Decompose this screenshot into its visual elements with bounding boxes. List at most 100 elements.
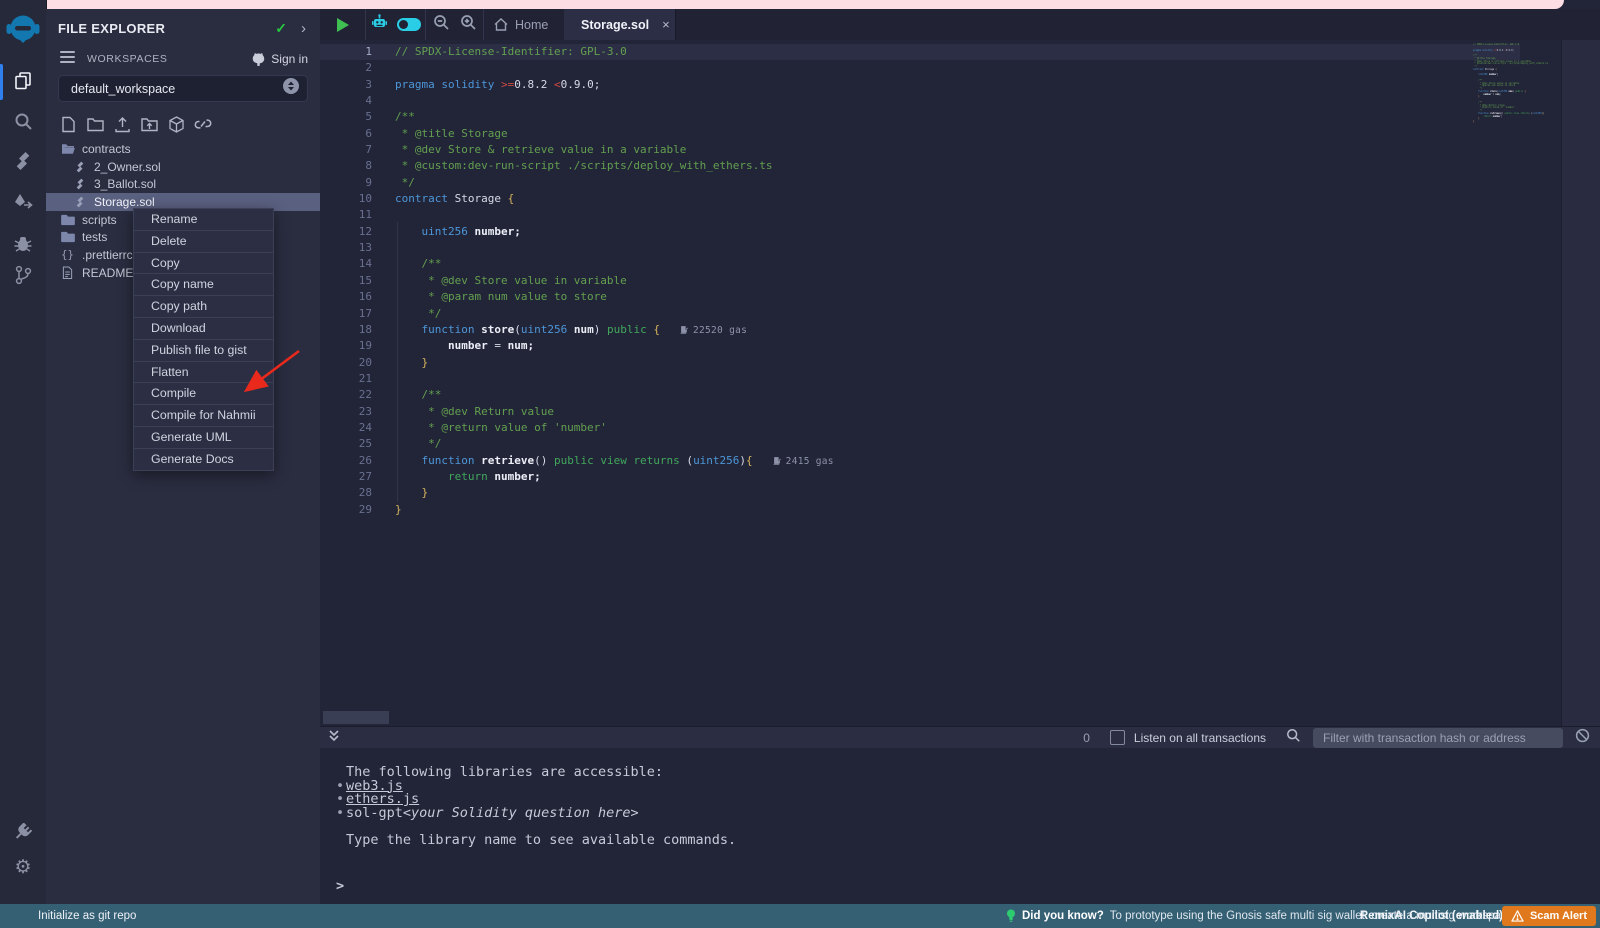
tree-item-label: 3_Ballot.sol [94, 177, 156, 191]
workspaces-menu-icon[interactable] [60, 50, 75, 68]
context-menu-item-flatten[interactable]: Flatten [134, 362, 273, 384]
context-menu-item-publish-file-to-gist[interactable]: Publish file to gist [134, 340, 273, 362]
copilot-toggle[interactable] [397, 18, 421, 31]
terminal-library-item: •sol-gpt <your Solidity question here> [336, 807, 736, 821]
line-number-gutter: 1234567891011121314151617181920212223242… [320, 44, 372, 518]
context-menu: RenameDeleteCopyCopy nameCopy pathDownlo… [133, 208, 274, 471]
lightbulb-icon [1006, 909, 1016, 923]
collapse-chevron-icon[interactable]: › [301, 21, 306, 36]
browser-chrome-strip [34, 0, 1564, 9]
sign-in-label: Sign in [271, 52, 308, 66]
editor-overview-strip [1561, 40, 1600, 726]
solidity-compiler-icon[interactable] [0, 144, 46, 178]
terminal-prompt: > [336, 878, 344, 894]
tree-item-contracts[interactable]: contracts [46, 140, 320, 158]
tree-item-label: tests [82, 230, 107, 244]
zoom-out-icon[interactable] [433, 14, 450, 36]
file-explorer-header: FILE EXPLORER ✓ › [46, 17, 320, 39]
deploy-run-icon[interactable] [0, 185, 46, 219]
new-folder-icon[interactable] [85, 114, 105, 134]
expand-terminal-icon[interactable] [328, 729, 340, 747]
tree-item-label: 2_Owner.sol [94, 160, 161, 174]
tree-item-label: scripts [82, 213, 117, 227]
warning-triangle-icon [1511, 910, 1524, 922]
remix-ide-window: ⚙ FILE EXPLORER ✓ › WORKSPACES Sign in d… [0, 0, 1600, 928]
terminal-hint-text: Type the library name to see available c… [336, 834, 736, 848]
braces-icon: {} [60, 249, 75, 261]
workspaces-row: WORKSPACES Sign in [46, 49, 320, 69]
accept-check-icon[interactable]: ✓ [275, 20, 287, 37]
code-content: // SPDX-License-Identifier: GPL-3.0pragm… [395, 44, 834, 518]
code-editor[interactable]: 1234567891011121314151617181920212223242… [320, 40, 1600, 726]
context-menu-item-copy[interactable]: Copy [134, 253, 273, 275]
file-icon [60, 266, 75, 279]
tab-close-icon[interactable]: × [662, 17, 670, 32]
context-menu-item-rename[interactable]: Rename [134, 209, 273, 231]
workspace-select[interactable]: default_workspace [58, 75, 308, 102]
status-bar: Initialize as git repo Did you know? To … [0, 904, 1600, 928]
terminal-bar: 0 Listen on all transactions [320, 726, 1600, 748]
context-menu-item-compile[interactable]: Compile [134, 383, 273, 405]
tree-item-label: README. [82, 266, 137, 280]
workspace-name: default_workspace [71, 82, 175, 96]
debugger-icon[interactable] [0, 226, 46, 260]
remix-logo-icon[interactable] [0, 10, 46, 50]
editor-minimap[interactable]: // SPDX-License-Identifier: GPL-3.0pragm… [1473, 44, 1549, 124]
link-icon[interactable] [193, 114, 213, 134]
folder-icon [60, 231, 75, 243]
run-script-section [320, 9, 366, 40]
search-icon[interactable] [0, 104, 46, 138]
zoom-section [426, 9, 484, 40]
upload-folder-icon[interactable] [139, 114, 159, 134]
plugin-manager-icon[interactable] [0, 816, 46, 850]
context-menu-item-generate-uml[interactable]: Generate UML [134, 427, 273, 449]
context-menu-item-copy-name[interactable]: Copy name [134, 274, 273, 296]
transaction-filter-input[interactable] [1313, 728, 1563, 748]
listen-transactions-checkbox[interactable] [1110, 730, 1125, 745]
settings-gear-icon[interactable]: ⚙ [0, 850, 46, 884]
load-cube-icon[interactable] [166, 114, 186, 134]
workspace-stepper-icon[interactable] [283, 78, 299, 99]
gas-estimate-badge: 22520 gas [680, 325, 747, 336]
zoom-in-icon[interactable] [460, 14, 477, 36]
scam-alert-label: Scam Alert [1530, 910, 1587, 922]
icon-rail: ⚙ [0, 0, 47, 904]
git-icon[interactable] [0, 258, 46, 292]
context-menu-item-compile-for-nahmii[interactable]: Compile for Nahmii [134, 405, 273, 427]
context-menu-item-copy-path[interactable]: Copy path [134, 296, 273, 318]
scam-alert-button[interactable]: Scam Alert [1502, 906, 1596, 926]
copilot-section [366, 9, 426, 40]
horizontal-scrollbar[interactable] [323, 711, 389, 724]
init-git-repo-action[interactable]: Initialize as git repo [38, 904, 136, 928]
context-menu-item-download[interactable]: Download [134, 318, 273, 340]
tree-item-label: .prettierrc [82, 248, 133, 262]
editor-toolbar: Home Storage.sol × [320, 9, 1600, 41]
context-menu-item-generate-docs[interactable]: Generate Docs [134, 449, 273, 470]
gas-estimate-badge: 2415 gas [773, 456, 834, 467]
tip-title: Did you know? [1022, 910, 1104, 922]
github-sign-in-button[interactable]: Sign in [251, 52, 308, 66]
upload-file-icon[interactable] [112, 114, 132, 134]
tree-item-label: contracts [82, 142, 131, 156]
file-explorer-icon[interactable] [0, 64, 46, 98]
tab-home[interactable]: Home [484, 9, 564, 40]
file-toolbar [58, 114, 213, 134]
listen-transactions-label: Listen on all transactions [1134, 731, 1266, 745]
new-file-icon[interactable] [58, 114, 78, 134]
panel-title: FILE EXPLORER [58, 21, 165, 36]
ai-robot-icon[interactable] [371, 14, 388, 35]
terminal-lines: The following libraries are accessible:•… [336, 766, 736, 848]
tree-item-2-owner-sol[interactable]: 2_Owner.sol [46, 158, 320, 176]
terminal-search-icon[interactable] [1286, 728, 1301, 748]
solidity-icon [72, 178, 87, 190]
folder-icon [60, 214, 75, 226]
tab-storage-sol[interactable]: Storage.sol × [564, 9, 676, 40]
terminal-library-name: sol-gpt [346, 807, 403, 821]
terminal-library-hint: <your Solidity question here> [403, 807, 639, 821]
clear-terminal-icon[interactable] [1575, 728, 1590, 748]
run-script-button[interactable] [337, 18, 349, 32]
context-menu-item-delete[interactable]: Delete [134, 231, 273, 253]
folder-open-icon [60, 143, 75, 155]
tree-item-3-ballot-sol[interactable]: 3_Ballot.sol [46, 175, 320, 193]
copilot-status[interactable]: RemixAI Copilot (enabled) [1360, 904, 1503, 928]
